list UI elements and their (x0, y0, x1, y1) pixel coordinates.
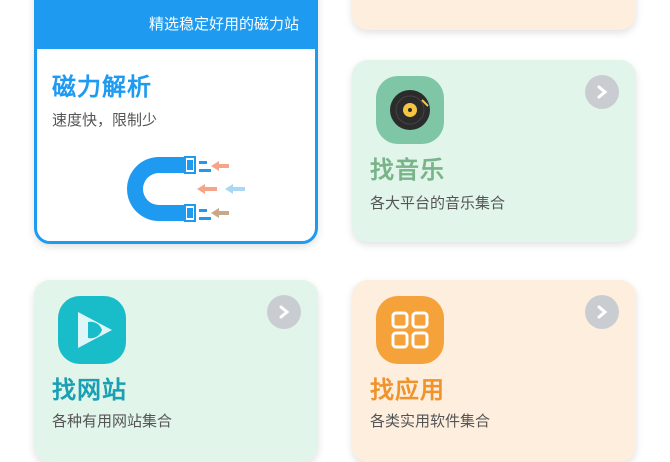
magnet-banner-text: 精选稳定好用的磁力站 (148, 15, 299, 33)
chevron-right-icon (597, 305, 608, 319)
magnet-parse-card[interactable]: 精选稳定好用的磁力站 磁力解析 速度快，限制少 (34, 0, 318, 244)
top-peach-card[interactable] (352, 0, 636, 30)
music-card-subtitle: 各大平台的音乐集合 (370, 194, 506, 212)
find-website-card[interactable]: 找网站 各种有用网站集合 (34, 280, 318, 462)
app-card-subtitle: 各类实用软件集合 (370, 412, 491, 430)
magnet-card-title: 磁力解析 (52, 73, 152, 101)
find-app-card[interactable]: 找应用 各类实用软件集合 (352, 280, 636, 462)
app-card-arrow-button[interactable] (585, 295, 619, 329)
app-grid-icon (376, 296, 444, 364)
app-card-title: 找应用 (370, 376, 445, 404)
magnet-card-subtitle: 速度快，限制少 (52, 111, 158, 129)
magnet-banner: 精选稳定好用的磁力站 (37, 0, 315, 49)
website-card-title: 找网站 (52, 376, 127, 404)
music-card-title: 找音乐 (370, 156, 445, 184)
chevron-right-icon (597, 85, 608, 99)
chevron-right-icon (279, 305, 290, 319)
music-card-arrow-button[interactable] (585, 75, 619, 109)
play-fish-icon (58, 296, 126, 364)
website-card-arrow-button[interactable] (267, 295, 301, 329)
vinyl-record-icon (376, 76, 444, 144)
magnet-icon (127, 156, 245, 222)
website-card-subtitle: 各种有用网站集合 (52, 412, 173, 430)
find-music-card[interactable]: 找音乐 各大平台的音乐集合 (352, 60, 636, 242)
